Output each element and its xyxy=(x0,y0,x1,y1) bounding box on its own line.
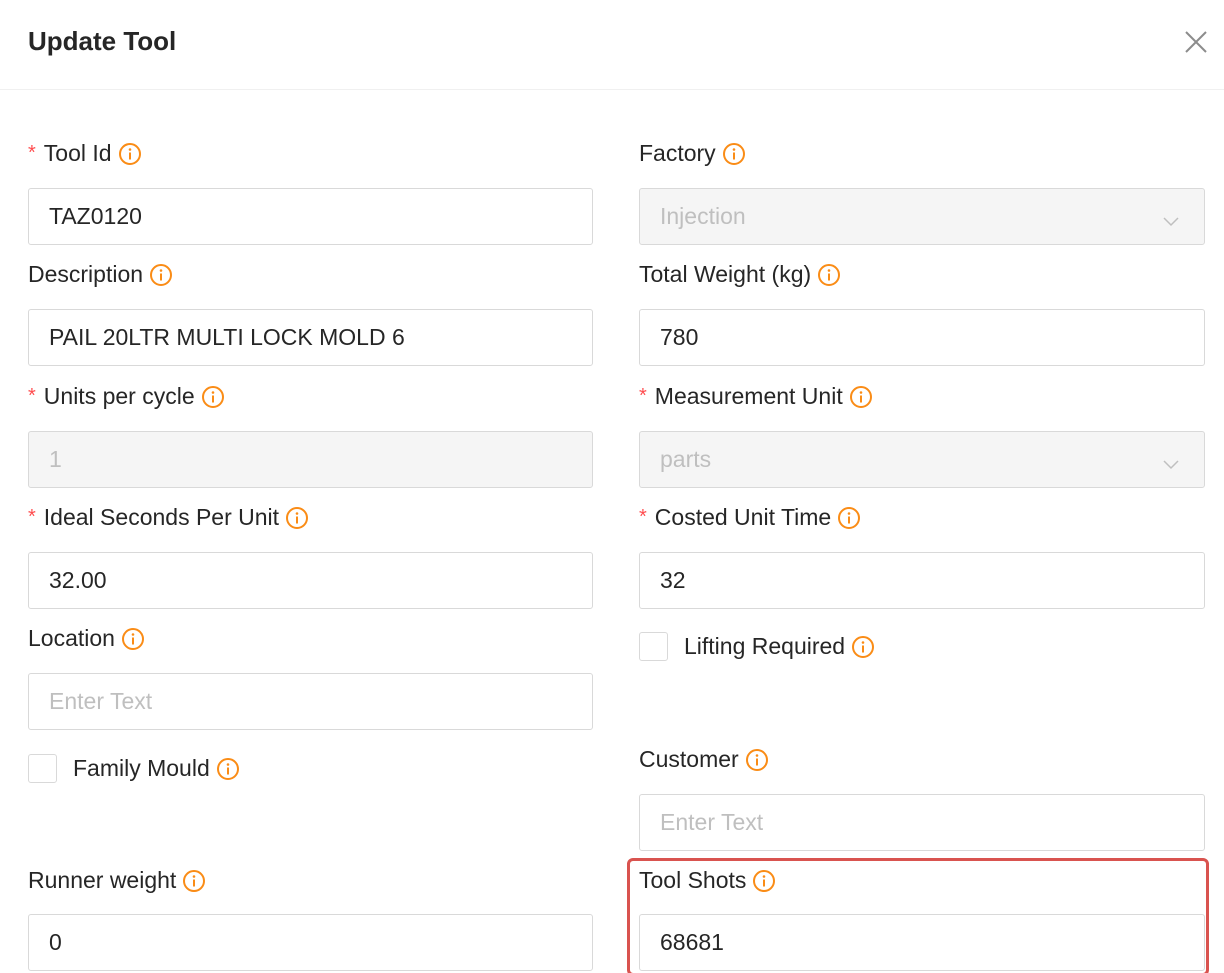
total-weight-input[interactable] xyxy=(639,309,1205,366)
costed-unit-time-label-text: Costed Unit Time xyxy=(654,504,832,530)
required-marker: * xyxy=(28,142,36,164)
dialog-header: Update Tool xyxy=(0,0,1224,90)
runner-weight-input-value[interactable] xyxy=(49,929,572,956)
tool-id-label: * Tool Id xyxy=(28,140,142,167)
info-circle-icon[interactable] xyxy=(201,385,225,409)
chevron-down-icon xyxy=(1162,209,1180,236)
info-circle-icon[interactable] xyxy=(182,869,206,893)
tool-id-input-value[interactable] xyxy=(49,203,572,230)
info-circle-icon[interactable] xyxy=(118,142,142,166)
info-circle-icon[interactable] xyxy=(752,869,776,893)
location-label-text: Location xyxy=(28,625,115,651)
location-input[interactable] xyxy=(28,673,593,730)
total-weight-label-text: Total Weight (kg) xyxy=(639,261,812,287)
tool-id-label-text: Tool Id xyxy=(43,140,112,166)
info-circle-icon[interactable] xyxy=(817,263,841,287)
factory-select-value: Injection xyxy=(660,203,746,229)
dialog-title: Update Tool xyxy=(28,26,177,56)
info-circle-icon[interactable] xyxy=(285,506,309,530)
chevron-down-icon xyxy=(1162,452,1180,479)
units-per-cycle-input-value[interactable] xyxy=(49,446,572,473)
location-label: Location xyxy=(28,625,145,652)
factory-label: Factory xyxy=(639,140,746,167)
tool-shots-label: Tool Shots xyxy=(639,867,776,894)
tool-id-input[interactable] xyxy=(28,188,593,245)
lifting-required-checkbox[interactable]: Lifting Required xyxy=(639,632,875,661)
required-marker: * xyxy=(639,506,647,528)
description-input[interactable] xyxy=(28,309,593,366)
measurement-unit-select[interactable]: parts xyxy=(639,431,1205,488)
description-label-text: Description xyxy=(28,261,144,287)
description-label: Description xyxy=(28,261,173,288)
info-circle-icon[interactable] xyxy=(149,263,173,287)
close-icon[interactable] xyxy=(1180,26,1212,58)
lifting-required-label: Lifting Required xyxy=(684,633,846,659)
measurement-unit-select-value: parts xyxy=(660,446,712,472)
family-mould-checkbox[interactable]: Family Mould xyxy=(28,754,240,783)
info-circle-icon[interactable] xyxy=(837,506,861,530)
ideal-seconds-input-value[interactable] xyxy=(49,567,572,594)
factory-label-text: Factory xyxy=(639,140,716,166)
required-marker: * xyxy=(639,385,647,407)
total-weight-label: Total Weight (kg) xyxy=(639,261,841,288)
required-marker: * xyxy=(28,385,36,407)
total-weight-input-value[interactable] xyxy=(660,324,1184,351)
info-circle-icon[interactable] xyxy=(722,142,746,166)
customer-label-text: Customer xyxy=(639,746,739,772)
runner-weight-label-text: Runner weight xyxy=(28,867,177,893)
ideal-seconds-input[interactable] xyxy=(28,552,593,609)
info-circle-icon[interactable] xyxy=(851,635,875,659)
checkbox-box[interactable] xyxy=(639,632,668,661)
units-per-cycle-label: * Units per cycle xyxy=(28,383,225,410)
ideal-seconds-label: * Ideal Seconds Per Unit xyxy=(28,504,309,531)
factory-select[interactable]: Injection xyxy=(639,188,1205,245)
costed-unit-time-input-value[interactable] xyxy=(660,567,1184,594)
tool-shots-input[interactable] xyxy=(639,914,1205,971)
runner-weight-input[interactable] xyxy=(28,914,593,971)
info-circle-icon[interactable] xyxy=(121,627,145,651)
measurement-unit-label: * Measurement Unit xyxy=(639,383,873,410)
customer-input[interactable] xyxy=(639,794,1205,851)
tool-shots-input-value[interactable] xyxy=(660,929,1184,956)
info-circle-icon[interactable] xyxy=(849,385,873,409)
customer-input-value[interactable] xyxy=(660,809,1184,836)
tool-shots-label-text: Tool Shots xyxy=(639,867,747,893)
checkbox-box[interactable] xyxy=(28,754,57,783)
units-per-cycle-input[interactable] xyxy=(28,431,593,488)
costed-unit-time-label: * Costed Unit Time xyxy=(639,504,861,531)
runner-weight-label: Runner weight xyxy=(28,867,206,894)
required-marker: * xyxy=(28,506,36,528)
ideal-seconds-label-text: Ideal Seconds Per Unit xyxy=(43,504,280,530)
family-mould-label: Family Mould xyxy=(73,755,210,781)
measurement-unit-label-text: Measurement Unit xyxy=(654,383,843,409)
customer-label: Customer xyxy=(639,746,769,773)
units-per-cycle-label-text: Units per cycle xyxy=(43,383,195,409)
info-circle-icon[interactable] xyxy=(745,748,769,772)
info-circle-icon[interactable] xyxy=(216,757,240,781)
description-input-value[interactable] xyxy=(49,324,572,351)
costed-unit-time-input[interactable] xyxy=(639,552,1205,609)
location-input-value[interactable] xyxy=(49,688,572,715)
